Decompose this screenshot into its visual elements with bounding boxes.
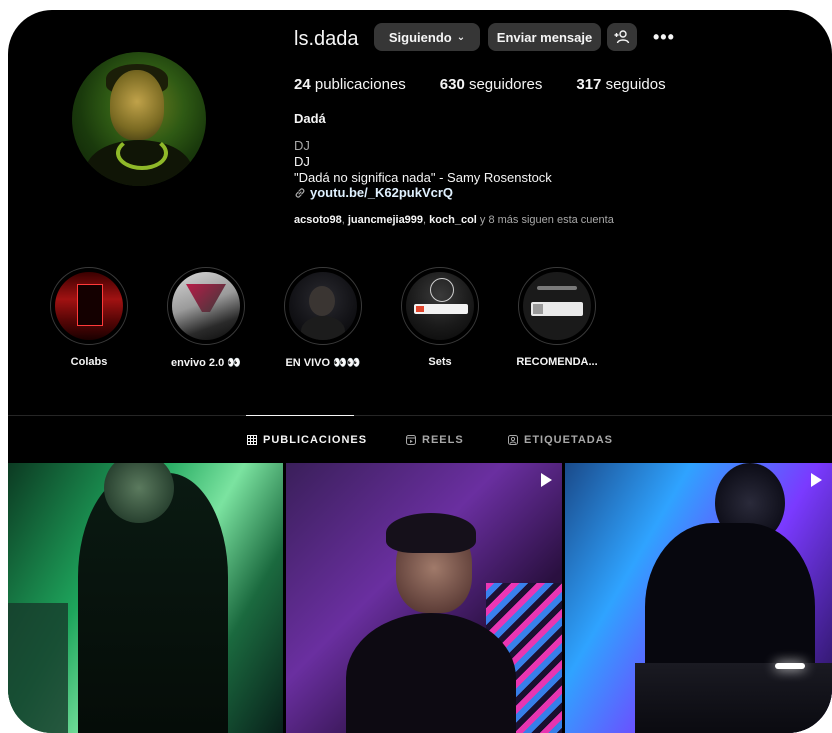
grid-icon — [247, 435, 257, 445]
link-icon — [295, 187, 305, 198]
following-stat[interactable]: 317 seguidos — [576, 76, 665, 93]
chevron-down-icon: ⌄ — [456, 31, 466, 43]
highlight-recomendaciones[interactable]: RECOMENDA... — [514, 267, 600, 368]
reels-icon — [406, 435, 416, 445]
profile-name: Dadá — [294, 111, 326, 126]
tagged-icon — [508, 435, 518, 445]
profile-link-text: youtu.be/_K62pukVcrQ — [310, 185, 454, 200]
tab-tagged[interactable]: ETIQUETADAS — [508, 434, 613, 446]
highlight-cover — [50, 267, 128, 345]
posts-stat: 24 publicaciones — [294, 76, 406, 93]
reel-play-icon — [541, 473, 552, 487]
profile-username: ls.dada — [294, 28, 359, 50]
profile-link[interactable]: youtu.be/_K62pukVcrQ — [294, 185, 453, 200]
add-user-icon — [614, 30, 630, 44]
tab-tagged-label: ETIQUETADAS — [524, 434, 614, 446]
reel-play-icon — [811, 473, 822, 487]
highlight-cover — [284, 267, 362, 345]
post-thumbnail[interactable] — [565, 463, 832, 733]
tab-reels-label: REELS — [422, 434, 464, 446]
profile-avatar[interactable] — [72, 52, 206, 186]
tab-posts-label: PUBLICACIONES — [263, 434, 368, 446]
profile-bio: DJ DJ "Dadá no significa nada" - Samy Ro… — [294, 138, 552, 186]
highlight-cover — [401, 267, 479, 345]
followers-stat[interactable]: 630 seguidores — [440, 76, 543, 93]
add-user-button[interactable] — [607, 23, 637, 51]
following-button-label: Siguiendo — [388, 29, 452, 45]
tab-reels[interactable]: REELS — [406, 434, 464, 446]
profile-stats: 24 publicaciones 630 seguidores 317 segu… — [294, 76, 700, 93]
post-thumbnail[interactable] — [8, 463, 283, 733]
highlight-cover — [167, 267, 245, 345]
bio-line: DJ — [294, 154, 310, 169]
highlight-sets[interactable]: Sets — [397, 267, 483, 368]
bio-category: DJ — [294, 138, 310, 153]
followed-by-text[interactable]: acsoto98, juancmejia999, koch_col y 8 má… — [294, 214, 614, 226]
send-message-button[interactable]: Enviar mensaje — [488, 23, 601, 51]
following-button[interactable]: Siguiendo ⌄ — [374, 23, 480, 51]
highlight-cover — [518, 267, 596, 345]
highlight-colabs[interactable]: Colabs — [46, 267, 132, 368]
highlight-en-vivo[interactable]: EN VIVO 👀👀 — [280, 267, 366, 369]
post-thumbnail[interactable] — [286, 463, 562, 733]
more-options-icon[interactable]: ••• — [653, 27, 675, 48]
tabs-divider — [8, 415, 832, 416]
active-tab-indicator — [246, 415, 354, 416]
profile-page: ls.dada Siguiendo ⌄ Enviar mensaje ••• 2… — [8, 10, 832, 733]
tab-posts[interactable]: PUBLICACIONES — [247, 434, 367, 446]
bio-quote: "Dadá no significa nada" - Samy Rosensto… — [294, 170, 552, 185]
highlight-envivo-2[interactable]: envivo 2.0 👀 — [163, 267, 249, 369]
